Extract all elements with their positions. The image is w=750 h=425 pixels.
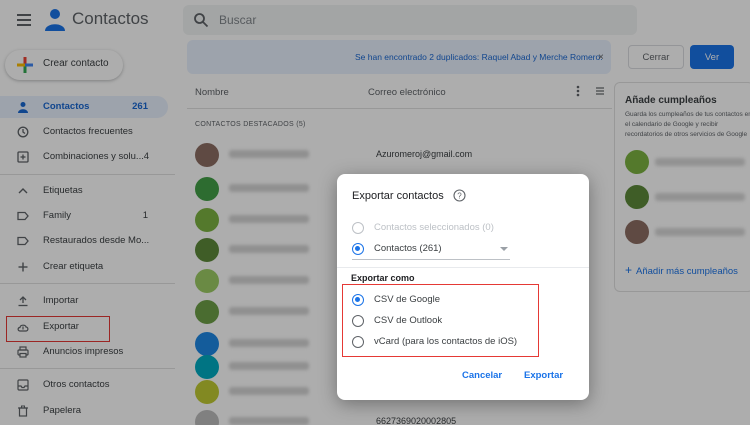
- option-selected-contacts: Contactos seleccionados (0): [374, 222, 494, 233]
- radio-all-contacts[interactable]: [352, 243, 364, 255]
- radio-selected-contacts[interactable]: [352, 222, 364, 234]
- contacts-select-underline: [352, 259, 510, 260]
- export-format-highlight-box: [342, 284, 539, 357]
- cancel-button[interactable]: Cancelar: [462, 370, 502, 381]
- dialog-divider: [337, 267, 589, 268]
- option-all-contacts[interactable]: Contactos (261): [374, 243, 442, 254]
- chevron-down-icon[interactable]: [500, 247, 508, 251]
- export-button[interactable]: Exportar: [524, 370, 563, 381]
- export-as-heading: Exportar como: [351, 273, 415, 283]
- help-icon[interactable]: ?: [453, 189, 466, 202]
- dialog-title: Exportar contactos: [352, 190, 444, 202]
- svg-text:?: ?: [457, 192, 462, 201]
